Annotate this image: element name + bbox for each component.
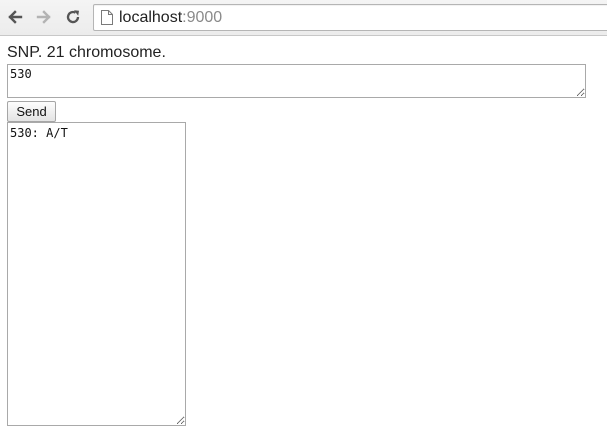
snp-position-input[interactable]: 530 xyxy=(7,64,586,98)
browser-window: localhost:9000 SNP. 21 chromosome. 530 S… xyxy=(0,0,607,448)
page-title: SNP. 21 chromosome. xyxy=(7,44,166,61)
arrow-left-icon xyxy=(7,9,23,25)
url-text: localhost:9000 xyxy=(119,8,222,28)
forward-button[interactable] xyxy=(33,6,55,28)
reload-button[interactable] xyxy=(62,6,84,28)
reload-icon xyxy=(65,9,81,25)
page-icon xyxy=(101,10,113,25)
address-bar[interactable]: localhost:9000 xyxy=(93,4,607,31)
url-port: :9000 xyxy=(182,9,223,26)
arrow-right-icon xyxy=(36,9,52,25)
result-output[interactable]: 530: A/T xyxy=(7,122,186,426)
send-button[interactable]: Send xyxy=(7,101,56,122)
page-content: SNP. 21 chromosome. 530 Send 530: A/T xyxy=(0,37,607,448)
url-host: localhost xyxy=(119,9,183,26)
browser-toolbar: localhost:9000 xyxy=(0,0,607,36)
back-button[interactable] xyxy=(4,6,26,28)
